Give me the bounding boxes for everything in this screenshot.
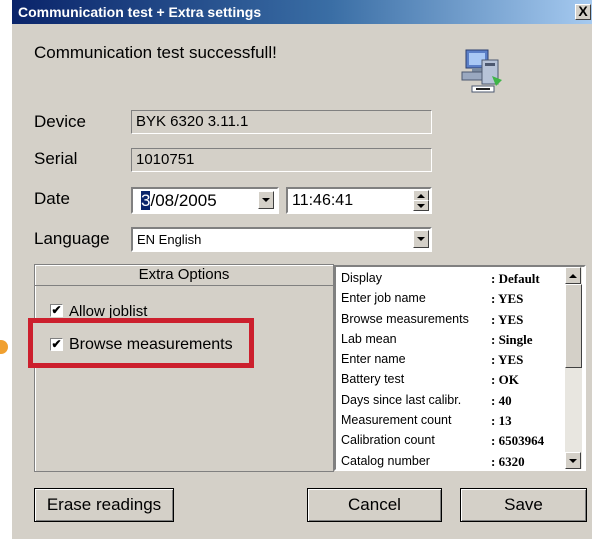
arrow-down-icon bbox=[417, 203, 425, 208]
erase-readings-button[interactable]: Erase readings bbox=[34, 488, 174, 522]
list-item-key: Display bbox=[341, 271, 382, 285]
device-field: BYK 6320 3.11.1 bbox=[131, 110, 432, 134]
window-title: Communication test + Extra settings bbox=[18, 4, 262, 20]
list-item-value: : YES bbox=[491, 291, 524, 307]
info-list[interactable]: Display: Default Enter job name: YES Brows… bbox=[334, 265, 586, 471]
date-label: Date bbox=[34, 189, 70, 208]
chevron-down-icon bbox=[417, 237, 425, 241]
list-item-value: : YES bbox=[491, 352, 524, 368]
date-picker[interactable]: 3/08/2005 bbox=[131, 187, 279, 214]
list-item-value: : Default bbox=[491, 271, 540, 286]
list-item-key: Lab mean bbox=[341, 331, 397, 346]
list-item[interactable]: Calibration count : 6503964 bbox=[339, 431, 565, 451]
language-label: Language bbox=[34, 229, 110, 248]
list-item-value: : YES bbox=[491, 311, 524, 327]
list-item-value: : 6503964 bbox=[491, 433, 545, 449]
list-item-key: Enter name bbox=[341, 352, 406, 367]
list-item[interactable]: Battery test : OK bbox=[339, 370, 565, 390]
browse-measurements-checkbox[interactable]: ✔ bbox=[50, 338, 63, 351]
list-item-key: Browse measurements bbox=[341, 311, 469, 326]
time-value: 11:46:41 bbox=[292, 192, 354, 209]
scroll-down-button[interactable] bbox=[565, 452, 581, 469]
close-icon: X bbox=[578, 3, 588, 19]
list-item-value: : 13 bbox=[491, 413, 512, 429]
list-item[interactable]: Measurement count : 13 bbox=[339, 411, 565, 431]
list-item-key: Measurement count bbox=[341, 413, 452, 428]
extra-options-title: Extra Options bbox=[138, 266, 230, 283]
time-spinner[interactable] bbox=[413, 190, 429, 211]
cancel-label: Cancel bbox=[348, 495, 401, 514]
list-item-value: : 6320 bbox=[491, 453, 525, 469]
scroll-up-button[interactable] bbox=[565, 267, 581, 284]
list-item-key: Enter job name bbox=[341, 291, 426, 306]
pointer-marker bbox=[0, 340, 8, 354]
extra-options-group: Extra Options bbox=[34, 264, 334, 472]
list-item-key: Days since last calibr. bbox=[341, 392, 462, 407]
browse-measurements-label: Browse measurements bbox=[69, 336, 233, 353]
language-select[interactable]: EN English bbox=[131, 227, 432, 252]
list-item[interactable]: Enter name : YES bbox=[339, 350, 565, 370]
list-item-value: : Single bbox=[491, 331, 533, 347]
list-item[interactable]: Enter job name : YES bbox=[339, 289, 565, 309]
close-button[interactable]: X bbox=[575, 4, 591, 20]
serial-field: 1010751 bbox=[131, 148, 432, 172]
list-item-key: Catalog number bbox=[341, 453, 430, 468]
extra-options-title-bar: Extra Options bbox=[35, 265, 333, 286]
network-computer-icon bbox=[458, 46, 508, 100]
date-rest: /08/2005 bbox=[150, 191, 217, 210]
status-message: Communication test successfull! bbox=[34, 43, 277, 62]
list-item[interactable]: Display : Default bbox=[339, 269, 565, 289]
list-item[interactable]: Catalog number : 6320 bbox=[339, 452, 565, 469]
time-down-button[interactable] bbox=[413, 200, 429, 211]
title-bar[interactable]: Communication test + Extra settings X bbox=[12, 0, 592, 24]
list-item-value: : OK bbox=[491, 372, 519, 388]
list-item-key: Calibration count bbox=[341, 433, 435, 448]
list-item-key: Battery test bbox=[341, 372, 405, 387]
arrow-up-icon bbox=[569, 273, 577, 278]
list-item[interactable]: Browse measurements : YES bbox=[339, 310, 565, 330]
serial-label: Serial bbox=[34, 149, 78, 168]
save-label: Save bbox=[504, 495, 543, 514]
list-item[interactable]: Days since last calibr. : 40 bbox=[339, 391, 565, 411]
arrow-up-icon bbox=[417, 193, 425, 198]
language-dropdown-button[interactable] bbox=[413, 230, 429, 248]
date-dropdown-button[interactable] bbox=[258, 191, 274, 209]
info-list-rows: Display: Default Enter job name: YES Brows… bbox=[339, 269, 565, 469]
cancel-button[interactable]: Cancel bbox=[307, 488, 442, 522]
list-item-value: : 40 bbox=[491, 392, 512, 408]
chevron-down-icon bbox=[262, 198, 270, 202]
device-label: Device bbox=[34, 112, 86, 131]
allow-joblist-checkbox[interactable]: ✔ bbox=[50, 304, 63, 317]
erase-readings-label: Erase readings bbox=[46, 495, 162, 514]
scroll-thumb[interactable] bbox=[565, 284, 582, 368]
time-field[interactable]: 11:46:41 bbox=[286, 187, 432, 214]
arrow-down-icon bbox=[569, 458, 577, 463]
dialog-window: Communication test + Extra settings X Co… bbox=[12, 0, 592, 539]
language-value: EN English bbox=[137, 232, 202, 247]
save-button[interactable]: Save bbox=[460, 488, 587, 522]
list-scrollbar[interactable] bbox=[565, 267, 582, 469]
list-item[interactable]: Lab mean : Single bbox=[339, 330, 565, 350]
